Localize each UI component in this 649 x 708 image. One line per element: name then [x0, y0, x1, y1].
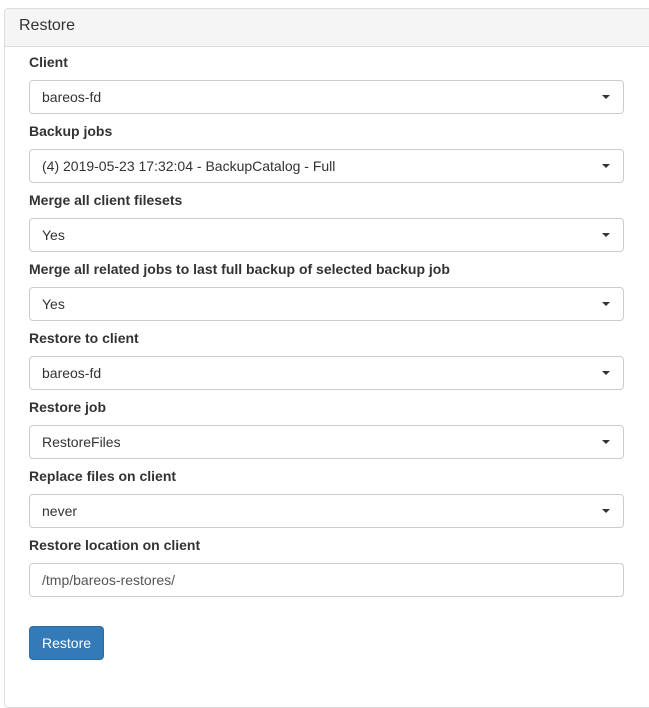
- replace-files-select-value: never: [42, 503, 78, 519]
- restore-location-label: Restore location on client: [29, 537, 201, 553]
- replace-files-group: Replace files on client never: [29, 468, 624, 537]
- caret-down-icon: [602, 440, 610, 444]
- caret-down-icon: [602, 509, 610, 513]
- restore-location-group: Restore location on client: [29, 537, 624, 606]
- caret-down-icon: [602, 371, 610, 375]
- restore-job-select[interactable]: RestoreFiles: [29, 425, 624, 459]
- restore-client-label: Restore to client: [29, 330, 139, 346]
- caret-down-icon: [602, 302, 610, 306]
- merge-filesets-label: Merge all client filesets: [29, 192, 183, 208]
- client-select-value: bareos-fd: [42, 89, 102, 105]
- merge-jobs-label: Merge all related jobs to last full back…: [29, 261, 450, 277]
- backup-jobs-group: Backup jobs (4) 2019-05-23 17:32:04 - Ba…: [29, 123, 624, 192]
- restore-client-group: Restore to client bareos-fd: [29, 330, 624, 399]
- restore-client-select[interactable]: bareos-fd: [29, 356, 624, 390]
- client-group: Client bareos-fd: [29, 54, 624, 123]
- restore-form: Client bareos-fd Backup jobs (4) 2019-05…: [29, 54, 624, 606]
- restore-location-input[interactable]: [29, 563, 624, 597]
- merge-jobs-select[interactable]: Yes: [29, 287, 624, 321]
- caret-down-icon: [602, 164, 610, 168]
- replace-files-label: Replace files on client: [29, 468, 177, 484]
- merge-filesets-group: Merge all client filesets Yes: [29, 192, 624, 261]
- restore-client-select-value: bareos-fd: [42, 365, 102, 381]
- merge-filesets-select-value: Yes: [42, 227, 65, 243]
- client-label: Client: [29, 54, 68, 70]
- client-select[interactable]: bareos-fd: [29, 80, 624, 114]
- backup-jobs-select[interactable]: (4) 2019-05-23 17:32:04 - BackupCatalog …: [29, 149, 624, 183]
- merge-jobs-group: Merge all related jobs to last full back…: [29, 261, 624, 330]
- panel-title: Restore: [5, 9, 649, 47]
- restore-job-select-value: RestoreFiles: [42, 434, 121, 450]
- merge-filesets-select[interactable]: Yes: [29, 218, 624, 252]
- replace-files-select[interactable]: never: [29, 494, 624, 528]
- caret-down-icon: [602, 233, 610, 237]
- merge-jobs-select-value: Yes: [42, 296, 65, 312]
- backup-jobs-select-value: (4) 2019-05-23 17:32:04 - BackupCatalog …: [42, 158, 336, 174]
- caret-down-icon: [602, 95, 610, 99]
- restore-job-group: Restore job RestoreFiles: [29, 399, 624, 468]
- restore-job-label: Restore job: [29, 399, 107, 415]
- backup-jobs-label: Backup jobs: [29, 123, 113, 139]
- restore-button[interactable]: Restore: [29, 626, 105, 660]
